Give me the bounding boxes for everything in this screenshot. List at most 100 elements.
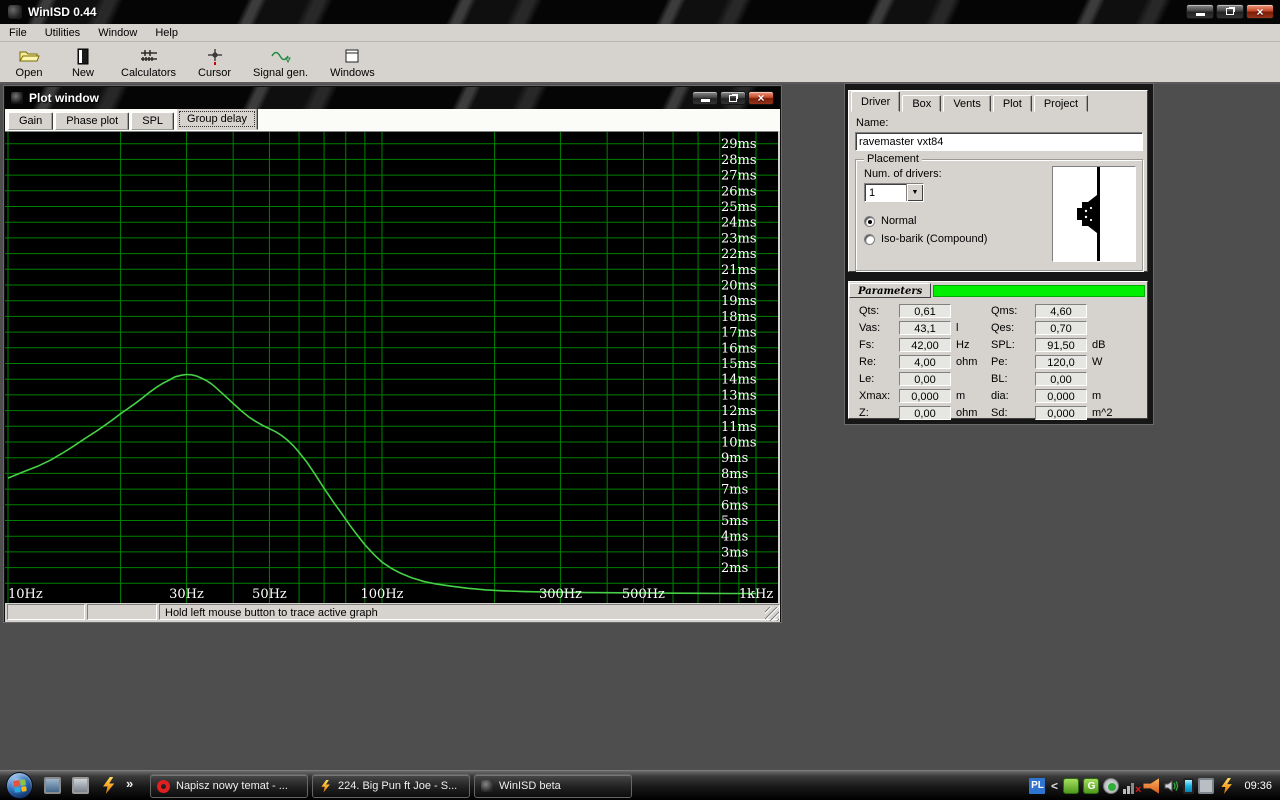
- resize-grip[interactable]: [765, 607, 779, 621]
- svg-text:500Hz: 500Hz: [622, 587, 665, 602]
- status-message: Hold left mouse button to trace active g…: [159, 604, 780, 620]
- tab-spl[interactable]: SPL: [131, 112, 174, 130]
- tab-driver[interactable]: Driver: [851, 91, 900, 112]
- calculators-button[interactable]: Calculators: [114, 45, 183, 81]
- windows-button[interactable]: Windows: [323, 45, 382, 81]
- parameters-panel: Parameters Qts: 0,61 Qms: 4,60 Vas: 43,1…: [848, 281, 1148, 419]
- tab-vents[interactable]: Vents: [943, 95, 991, 112]
- toolbar: Open New Calculators Cursor Signal gen.: [0, 42, 1280, 84]
- param-field-qes[interactable]: 0,70: [1035, 321, 1087, 335]
- param-field-pe[interactable]: 120,0: [1035, 355, 1087, 369]
- svg-text:3ms: 3ms: [721, 545, 748, 560]
- menu-window[interactable]: Window: [89, 25, 146, 41]
- quicklaunch-overflow-icon[interactable]: »: [126, 776, 133, 791]
- clock[interactable]: 09:36: [1244, 780, 1272, 792]
- battery-icon[interactable]: [1183, 778, 1194, 794]
- svg-text:25ms: 25ms: [721, 200, 757, 215]
- language-indicator[interactable]: PL: [1029, 778, 1045, 794]
- tab-group-delay[interactable]: Group delay: [176, 108, 258, 130]
- windows-logo-icon: [13, 779, 27, 793]
- param-field-z[interactable]: 0,00: [899, 406, 951, 420]
- param-field-le[interactable]: 0,00: [899, 372, 951, 386]
- param-field-sd[interactable]: 0,000: [1035, 406, 1087, 420]
- svg-text:28ms: 28ms: [721, 153, 757, 168]
- speaker-baffle-icon: [1053, 167, 1135, 261]
- param-field-xmax[interactable]: 0,000: [899, 389, 951, 403]
- system-tray: PL < G × 09:36: [1029, 771, 1276, 800]
- messenger-icon[interactable]: [1063, 778, 1079, 794]
- network-disconnected-icon[interactable]: ×: [1123, 778, 1139, 794]
- task-winamp[interactable]: 224. Big Pun ft Joe - S...: [312, 774, 470, 798]
- plot-canvas[interactable]: 2ms3ms4ms5ms6ms7ms8ms9ms10ms11ms12ms13ms…: [5, 131, 778, 603]
- param-label-le: Le:: [859, 373, 899, 385]
- winamp-tray-icon[interactable]: [1218, 778, 1234, 794]
- svg-text:15ms: 15ms: [721, 357, 757, 372]
- param-field-qms[interactable]: 4,60: [1035, 304, 1087, 318]
- minimize-icon: [1196, 13, 1205, 16]
- cursor-button[interactable]: Cursor: [191, 45, 238, 81]
- svg-text:21ms: 21ms: [721, 263, 757, 278]
- winamp-icon[interactable]: [100, 777, 117, 794]
- param-field-spl[interactable]: 91,50: [1035, 338, 1087, 352]
- tab-plot[interactable]: Plot: [993, 95, 1032, 112]
- open-button[interactable]: Open: [6, 45, 52, 81]
- plot-minimize-button[interactable]: [692, 91, 718, 105]
- driver-name-label: Name:: [856, 117, 1141, 129]
- svg-text:7ms: 7ms: [721, 483, 748, 498]
- tab-phase-plot[interactable]: Phase plot: [55, 112, 129, 130]
- num-of-drivers-value: 1: [865, 184, 906, 201]
- plot-tabs: Gain Phase plot SPL Group delay: [5, 109, 780, 131]
- placement-groupbox: Placement Num. of drivers: 1 ▼ Normal: [855, 159, 1143, 271]
- tab-gain[interactable]: Gain: [8, 112, 53, 130]
- param-field-vas[interactable]: 43,1: [899, 321, 951, 335]
- close-icon: ×: [757, 93, 764, 103]
- driver-name-input[interactable]: ravemaster vxt84: [855, 132, 1143, 151]
- menu-help[interactable]: Help: [146, 25, 187, 41]
- svg-text:10ms: 10ms: [721, 436, 757, 451]
- task-opera[interactable]: Napisz nowy temat - ...: [150, 774, 308, 798]
- plot-window-titlebar[interactable]: Plot window ×: [5, 87, 780, 109]
- group-delay-chart: 2ms3ms4ms5ms6ms7ms8ms9ms10ms11ms12ms13ms…: [5, 132, 778, 604]
- tab-box[interactable]: Box: [902, 95, 941, 112]
- task-winisd[interactable]: WinISD beta: [474, 774, 632, 798]
- svg-text:2ms: 2ms: [721, 561, 748, 576]
- radio-button-icon: [864, 216, 875, 227]
- param-field-dia[interactable]: 0,000: [1035, 389, 1087, 403]
- param-field-qts[interactable]: 0,61: [899, 304, 951, 318]
- main-titlebar[interactable]: WinISD 0.44 ×: [0, 0, 1280, 24]
- mdi-area: Plot window × Gain Phase plot SPL Group …: [0, 84, 1280, 770]
- dropdown-button[interactable]: ▼: [906, 184, 923, 201]
- signal-gen-button[interactable]: Signal gen.: [246, 45, 315, 81]
- menu-utilities[interactable]: Utilities: [36, 25, 89, 41]
- show-desktop-icon[interactable]: [44, 777, 61, 794]
- parameters-tab[interactable]: Parameters: [849, 283, 931, 298]
- menu-file[interactable]: File: [0, 25, 36, 41]
- windows-list-icon: [344, 46, 360, 66]
- svg-text:8ms: 8ms: [721, 467, 748, 482]
- display-icon[interactable]: [1198, 778, 1214, 794]
- horn-volume-icon[interactable]: [1143, 778, 1159, 794]
- antivirus-status-icon[interactable]: [1103, 778, 1119, 794]
- param-label-dia: dia:: [991, 390, 1035, 402]
- start-button[interactable]: [6, 772, 33, 799]
- my-computer-icon[interactable]: [72, 777, 89, 794]
- gadu-gadu-icon[interactable]: G: [1083, 778, 1099, 794]
- tab-project[interactable]: Project: [1034, 95, 1088, 112]
- restore-button[interactable]: [1216, 4, 1244, 19]
- close-button[interactable]: ×: [1246, 4, 1274, 19]
- new-button[interactable]: New: [60, 45, 106, 81]
- minimize-button[interactable]: [1186, 4, 1214, 19]
- plot-restore-button[interactable]: [720, 91, 746, 105]
- plot-close-button[interactable]: ×: [748, 91, 774, 105]
- param-field-bl[interactable]: 0,00: [1035, 372, 1087, 386]
- svg-text:4ms: 4ms: [721, 530, 748, 545]
- speaker-volume-icon[interactable]: [1163, 778, 1179, 794]
- num-of-drivers-select[interactable]: 1 ▼: [864, 183, 924, 202]
- tray-collapse-icon[interactable]: <: [1049, 778, 1059, 794]
- param-label-vas: Vas:: [859, 322, 899, 334]
- window-title: WinISD 0.44: [28, 5, 97, 19]
- parameters-grid: Qts: 0,61 Qms: 4,60 Vas: 43,1 l Qes: 0,7…: [849, 298, 1147, 420]
- param-field-re[interactable]: 4,00: [899, 355, 951, 369]
- radio-button-icon: [864, 234, 875, 245]
- param-field-fs[interactable]: 42,00: [899, 338, 951, 352]
